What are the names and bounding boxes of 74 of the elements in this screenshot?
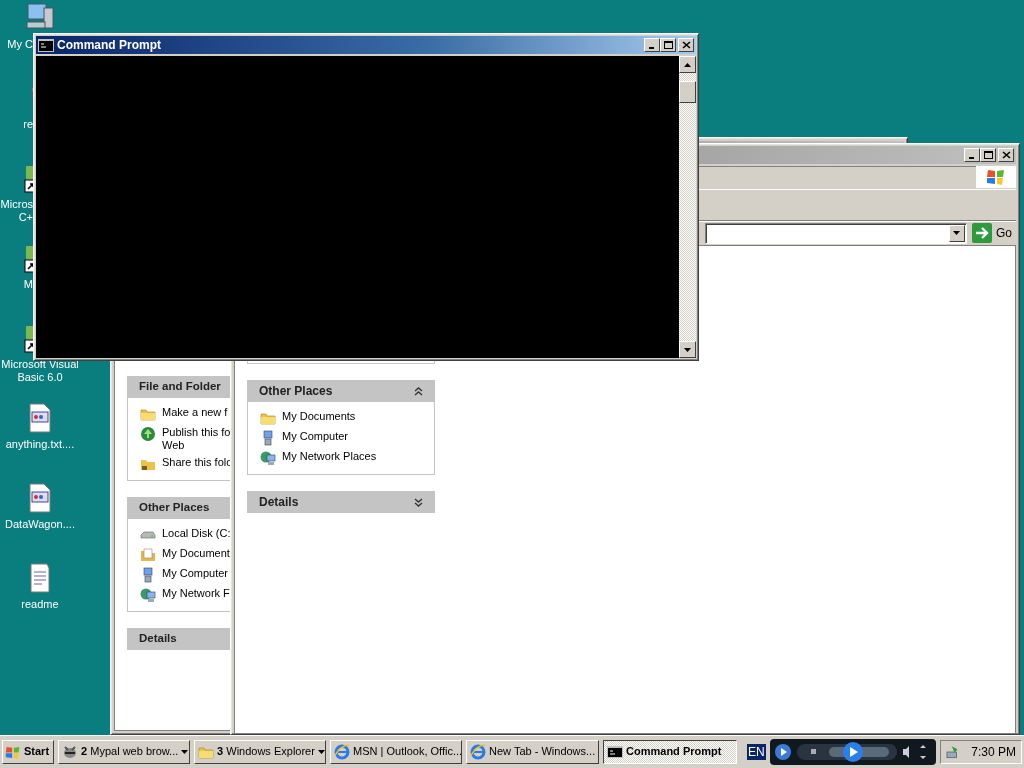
caret-icon — [317, 750, 325, 754]
folder-icon — [140, 406, 156, 422]
flag-logo-icon — [5, 744, 21, 760]
browser-e-icon — [334, 744, 351, 760]
maximize-button[interactable] — [660, 38, 676, 52]
icon-label[interactable]: re — [0, 118, 33, 132]
minimize-button[interactable] — [964, 148, 980, 162]
pane-header[interactable]: Other Places — [247, 380, 435, 402]
maximize-icon — [663, 41, 673, 49]
taskbar-button[interactable]: New Tab - Windows... — [466, 740, 600, 764]
computer-icon — [140, 567, 156, 584]
task-link[interactable]: My Document — [162, 547, 230, 561]
clock: 7:30 PM — [971, 744, 1016, 760]
raccoon-icon — [62, 744, 79, 760]
up-arrow-icon — [684, 62, 691, 67]
taskbar-button[interactable]: 2 Mypal web brow... — [58, 740, 191, 764]
taskbar-button[interactable]: 3 Windows Explorer — [194, 740, 327, 764]
folder-icon — [198, 744, 215, 760]
icon-label[interactable]: DataWagon.... — [0, 518, 80, 532]
pane-title: Other Places — [259, 383, 333, 399]
address-field[interactable] — [705, 222, 967, 244]
task-link[interactable]: My Network Places — [282, 450, 377, 464]
icon-label[interactable]: M — [0, 278, 33, 292]
language-indicator[interactable]: EN — [747, 743, 766, 761]
maximize-icon — [983, 151, 993, 159]
globe-icon — [140, 426, 156, 442]
pane-title: Details — [259, 494, 299, 510]
start-button[interactable]: Start — [2, 740, 55, 764]
console-icon — [38, 38, 54, 52]
pane-header[interactable]: Details — [127, 628, 233, 651]
task-link[interactable]: Local Disk (C: — [162, 527, 231, 541]
icon-label[interactable]: My C — [0, 38, 33, 52]
close-button[interactable] — [678, 38, 694, 52]
task-link[interactable]: My Computer — [162, 567, 229, 581]
network-computer-icon — [140, 587, 156, 604]
close-icon — [1001, 151, 1011, 159]
pane-title: File and Folder — [139, 380, 221, 394]
taskbar-button[interactable]: Command Prompt — [603, 740, 738, 764]
caret-icon — [953, 231, 961, 235]
minimize-button[interactable] — [644, 38, 660, 52]
scrollbar[interactable] — [679, 56, 696, 358]
taskbar-button[interactable]: MSN | Outlook, Offic... — [330, 740, 463, 764]
icon-label[interactable]: readme — [0, 598, 80, 612]
window-title: Command Prompt — [57, 37, 161, 53]
scroll-up-button[interactable] — [679, 56, 696, 73]
task-link[interactable]: My Computer — [282, 430, 349, 444]
scrollbar-thumb[interactable] — [679, 81, 696, 103]
scroll-down-button[interactable] — [679, 341, 696, 358]
network-computer-icon — [260, 450, 276, 466]
flag-logo-icon — [986, 168, 1006, 186]
pane-title: Details — [139, 632, 177, 647]
pane-header[interactable]: Other Places — [127, 497, 233, 520]
documents-folder-icon — [140, 547, 156, 564]
arrow-icon — [972, 223, 992, 243]
pane-header[interactable]: Details — [247, 491, 435, 513]
computer-icon — [260, 430, 276, 446]
task-link[interactable]: My Network F — [162, 587, 230, 601]
close-icon — [681, 41, 691, 49]
browser-e-icon — [470, 744, 487, 760]
pane-header[interactable]: File and Folder — [127, 376, 233, 398]
task-link[interactable]: My Documents — [282, 410, 356, 424]
caret-icon — [181, 750, 189, 754]
dropdown-button[interactable] — [949, 224, 965, 242]
go-button[interactable]: Go — [972, 222, 1016, 244]
folder-icon — [260, 410, 276, 426]
down-arrow-icon — [684, 347, 691, 352]
icon-label[interactable]: anything.txt.... — [0, 438, 80, 452]
task-link[interactable]: Make a new f — [162, 406, 228, 420]
task-link[interactable]: Publish this fo Web — [162, 426, 231, 453]
pane-title: Other Places — [139, 501, 210, 516]
close-button[interactable] — [998, 148, 1014, 162]
icon-label[interactable]: Micros C+ — [0, 198, 33, 225]
console-icon — [607, 744, 624, 760]
maximize-button[interactable] — [980, 148, 996, 162]
